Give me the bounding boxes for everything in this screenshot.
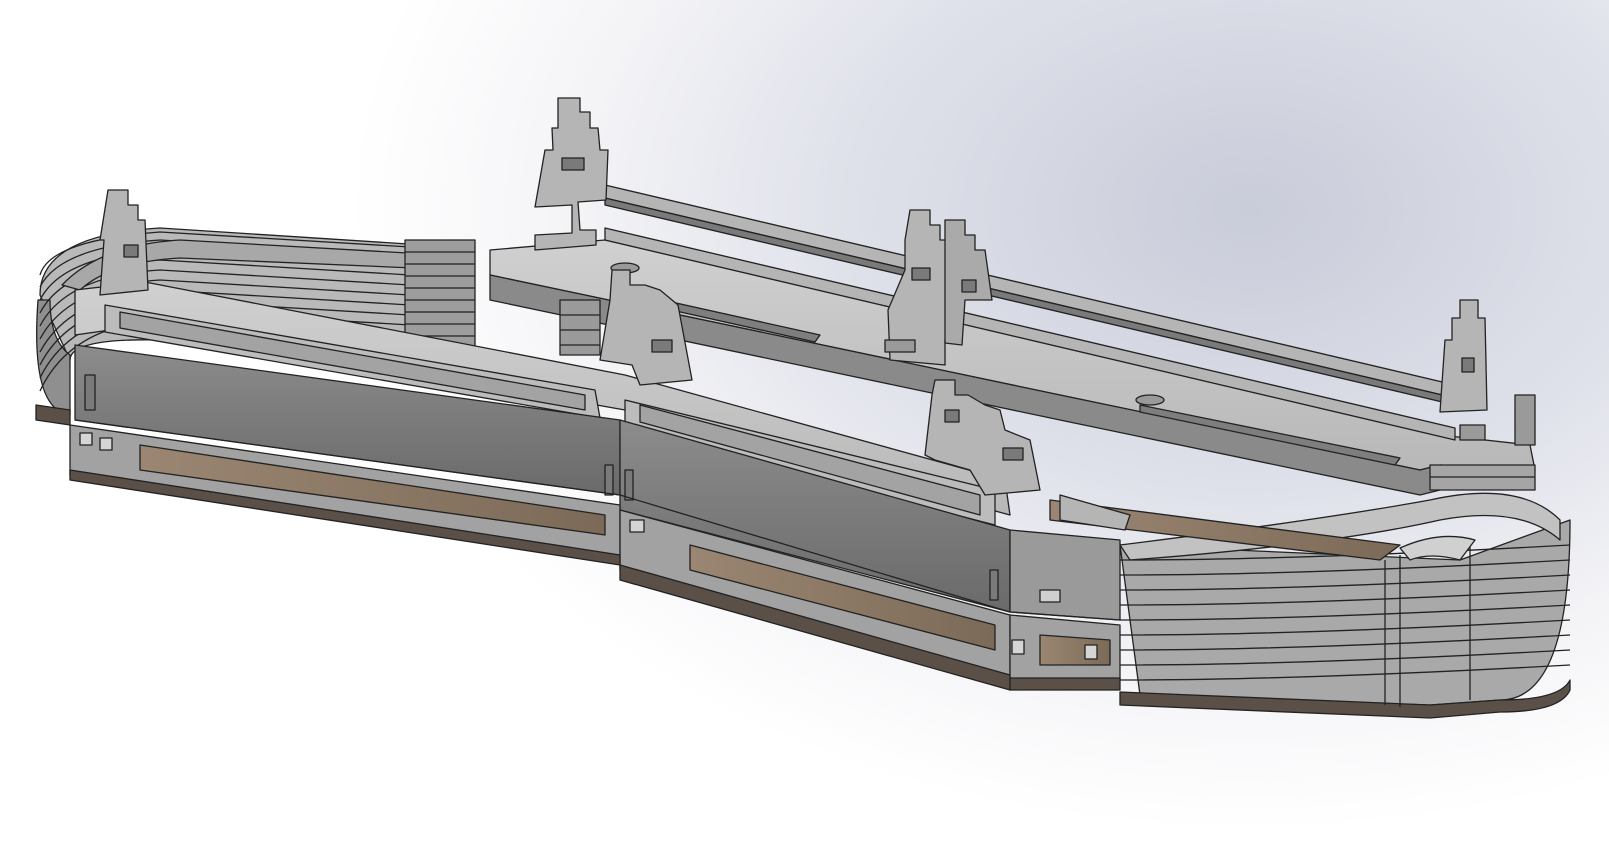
tree-upright-2	[534, 97, 609, 251]
center-connector	[559, 299, 601, 356]
cad-3d-model-icon[interactable]	[0, 0, 1609, 860]
tree-upright-6	[1439, 299, 1488, 441]
tree-upright-1	[99, 189, 149, 296]
cad-graphics-viewport[interactable]	[0, 0, 1609, 860]
